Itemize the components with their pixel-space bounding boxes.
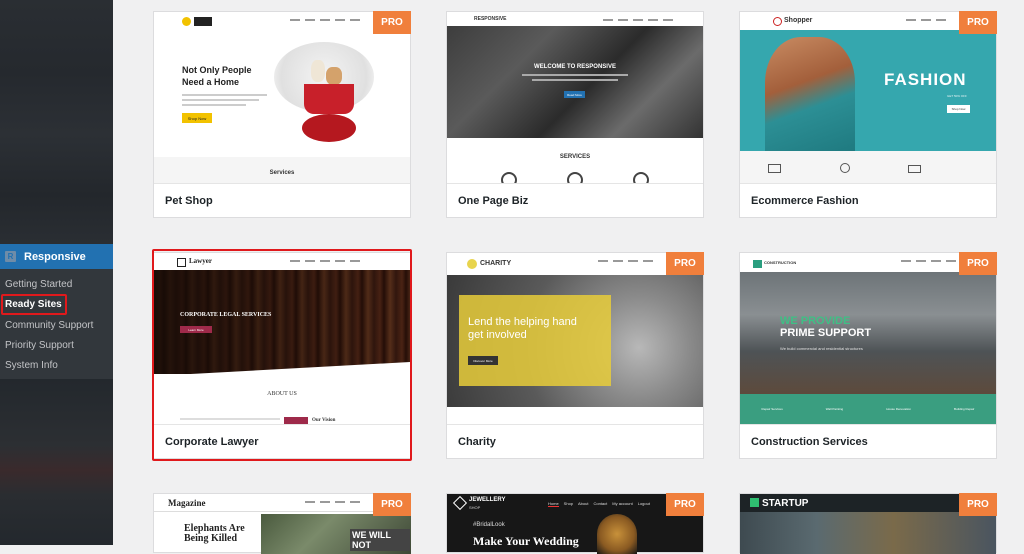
- site-card-one-page-biz[interactable]: RESPONSIVE WELCOME TO RESPONSIVE Read Mo…: [446, 11, 704, 218]
- fingerprint-icon: [633, 172, 649, 183]
- preview-logo: CHARITY: [480, 260, 512, 267]
- preview-logo: STARTUP: [762, 498, 809, 509]
- preview-heading-2: PRIME SUPPORT: [780, 327, 872, 339]
- card-title: Ecommerce Fashion: [751, 195, 859, 207]
- preview-team-photo: [740, 512, 996, 554]
- preview-logo: RESPONSIVE: [474, 16, 507, 22]
- pet-logo-text: [194, 17, 212, 26]
- site-card-pet-shop[interactable]: Not Only People Need a Home Shop Now Ser…: [153, 11, 411, 218]
- site-card-jewellery-shop[interactable]: JEWELLERY SHOP Home Shop About Contact M…: [446, 493, 704, 554]
- site-preview: Not Only People Need a Home Shop Now Ser…: [154, 12, 410, 183]
- site-card-magazine[interactable]: Magazine Elephants Are Being Killed WE W…: [153, 493, 411, 554]
- pro-badge: PRO: [959, 252, 997, 275]
- preview-heading: Elephants Are Being Killed: [184, 523, 245, 544]
- submenu-priority-support[interactable]: Priority Support: [5, 340, 74, 351]
- truck-icon: [768, 164, 781, 173]
- charity-logo-icon: [467, 259, 477, 269]
- pro-badge: PRO: [959, 493, 997, 516]
- preview-heading: Lend the helping hand get involved: [468, 316, 577, 341]
- site-card-ecommerce-fashion[interactable]: Shopper FASHION GET 50% OFF Shop Now Eco…: [739, 11, 997, 218]
- preview-logo: Shopper: [784, 17, 813, 24]
- shopper-logo-icon: [773, 17, 782, 26]
- preview-heading-1: WE PROVIDE: [780, 315, 851, 327]
- preview-sub: We build commercial and residential stru…: [780, 346, 863, 351]
- preview-nav: Home Shop About Contact My account Logou…: [548, 501, 650, 507]
- preview-photo-text: WE WILL NOT: [350, 529, 410, 551]
- preview-shop-button: Shop Now: [947, 105, 970, 113]
- preview-nav: [305, 501, 360, 503]
- card-title: Construction Services: [751, 436, 868, 448]
- preview-bride-photo: [597, 514, 637, 554]
- sidebar-item-label: Responsive: [24, 250, 86, 263]
- preview-hero-photo: [447, 26, 703, 138]
- startup-logo-icon: [750, 498, 759, 507]
- preview-discover-button: Discover More: [468, 356, 498, 365]
- pro-badge: PRO: [666, 252, 704, 275]
- sidebar-item-responsive[interactable]: R Responsive: [0, 244, 113, 269]
- preview-logo: CONSTRUCTION: [764, 260, 797, 265]
- fingerprint-icon: [567, 172, 583, 183]
- preview-nav: [598, 260, 653, 262]
- preview-services-label: Services: [269, 170, 295, 176]
- site-card-startup[interactable]: STARTUP PRO: [739, 493, 997, 554]
- site-card-charity[interactable]: CHARITY Lend the helping hand get involv…: [446, 252, 704, 459]
- card-title: Pet Shop: [165, 195, 213, 207]
- preview-logo: Magazine: [168, 498, 206, 508]
- card-title: Charity: [458, 436, 496, 448]
- preview-nav: [290, 19, 360, 21]
- preview-shop-button: Shop Now: [182, 113, 212, 123]
- preview-logo-sub: SHOP: [469, 505, 481, 510]
- sidebar-submenu: Getting Started Ready Sites Community Su…: [0, 269, 113, 379]
- construction-logo-icon: [753, 260, 762, 268]
- card-title: One Page Biz: [458, 195, 529, 207]
- preview-tag: #BridalLook: [473, 522, 505, 528]
- pet-logo-icon: [182, 17, 191, 26]
- preview-sub: GET 50% OFF: [947, 94, 967, 98]
- preview-services-strip: Repair Services Wall Painting House Reno…: [740, 394, 996, 424]
- blurred-menu-items-lower: [0, 379, 113, 545]
- preview-read-button: Read More: [564, 91, 585, 98]
- ready-sites-highlight: [1, 294, 67, 315]
- ready-sites-grid: Not Only People Need a Home Shop Now Ser…: [113, 0, 1024, 554]
- preview-heading: FASHION: [884, 70, 967, 89]
- site-preview: RESPONSIVE WELCOME TO RESPONSIVE Read Mo…: [447, 12, 703, 183]
- preview-services-label: SERVICES: [559, 154, 591, 160]
- site-preview: CHARITY Lend the helping hand get involv…: [447, 253, 703, 424]
- preview-heading: Not Only People Need a Home: [182, 65, 252, 87]
- preview-body-text: [182, 94, 267, 108]
- preview-heading: Make Your Wedding: [473, 534, 579, 548]
- site-card-construction-services[interactable]: CONSTRUCTION WE PROVIDE PRIME SUPPORT We…: [739, 252, 997, 459]
- responsive-logo-icon: R: [5, 251, 16, 262]
- submenu-system-info[interactable]: System Info: [5, 360, 58, 371]
- preview-hatbox-base: [302, 114, 356, 142]
- preview-hatbox: [304, 84, 354, 114]
- blurred-menu-items: [0, 0, 113, 244]
- pro-badge: PRO: [959, 11, 997, 34]
- submenu-getting-started[interactable]: Getting Started: [5, 279, 72, 290]
- preview-nav: [906, 19, 946, 21]
- preview-logo: JEWELLERY: [469, 497, 506, 503]
- preview-dog-white: [311, 60, 325, 82]
- preview-model-photo: [765, 37, 855, 151]
- return-icon: [840, 163, 850, 173]
- preview-nav: [603, 19, 673, 21]
- preview-heading: WELCOME TO RESPONSIVE: [534, 64, 616, 70]
- site-preview: Shopper FASHION GET 50% OFF Shop Now: [740, 12, 996, 183]
- site-preview: CONSTRUCTION WE PROVIDE PRIME SUPPORT We…: [740, 253, 996, 424]
- pro-badge: PRO: [373, 493, 411, 516]
- preview-dog-tan: [326, 67, 342, 85]
- pro-badge: PRO: [373, 11, 411, 34]
- pro-badge: PRO: [666, 493, 704, 516]
- card-icon: [908, 165, 921, 173]
- diamond-icon: [452, 495, 468, 511]
- submenu-community-support[interactable]: Community Support: [5, 320, 93, 331]
- fingerprint-icon: [501, 172, 517, 183]
- corporate-lawyer-highlight: [152, 249, 412, 461]
